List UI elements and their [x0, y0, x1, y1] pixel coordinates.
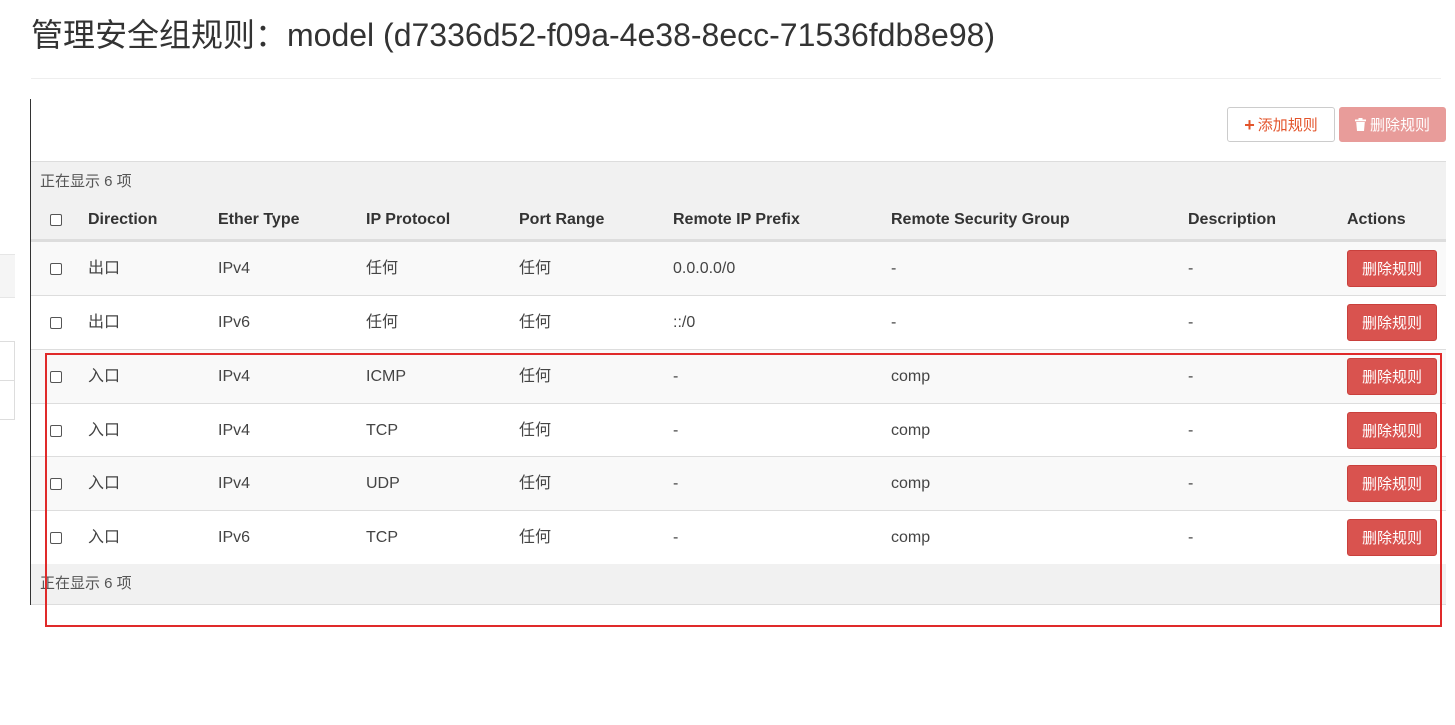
header-direction[interactable]: Direction	[88, 201, 157, 239]
delete-rule-button[interactable]: 删除规则	[1347, 465, 1437, 502]
cell-remote-ip-prefix: -	[673, 368, 679, 385]
cell-ether-type: IPv6	[218, 529, 251, 546]
cell-remote-ip-prefix: -	[673, 529, 679, 546]
cell-remote-security-group: comp	[891, 529, 931, 546]
cell-description: -	[1188, 475, 1194, 492]
table-header: Direction Ether Type IP Protocol Port Ra…	[31, 201, 1446, 241]
cell-port-range: 任何	[519, 475, 552, 492]
cell-port-range: 任何	[519, 314, 552, 331]
header-remote-security-group[interactable]: Remote Security Group	[891, 201, 1070, 239]
cell-remote-ip-prefix: -	[673, 475, 679, 492]
page-title: 管理安全组规则：model (d7336d52-f09a-4e38-8ecc-7…	[31, 17, 996, 53]
cell-direction: 入口	[88, 368, 121, 385]
cell-port-range: 任何	[519, 529, 552, 546]
delete-rule-button[interactable]: 删除规则	[1347, 304, 1437, 341]
cell-remote-security-group: -	[891, 260, 897, 277]
cell-direction: 入口	[88, 475, 121, 492]
cell-remote-security-group: -	[891, 314, 897, 331]
header-remote-ip-prefix[interactable]: Remote IP Prefix	[673, 201, 800, 239]
add-rule-button[interactable]: + 添加规则	[1227, 107, 1335, 142]
select-all-checkbox[interactable]	[50, 214, 62, 226]
table-row: 入口 IPv6 TCP 任何 - comp - 删除规则	[31, 510, 1446, 564]
cell-ip-protocol: ICMP	[366, 368, 406, 385]
cell-description: -	[1188, 422, 1194, 439]
item-count-bottom: 正在显示 6 项	[31, 564, 1446, 605]
table-row: 入口 IPv4 UDP 任何 - comp - 删除规则	[31, 456, 1446, 510]
cell-description: -	[1188, 314, 1194, 331]
row-checkbox[interactable]	[50, 317, 62, 329]
cell-ether-type: IPv4	[218, 260, 251, 277]
delete-rule-button[interactable]: 删除规则	[1347, 358, 1437, 395]
cell-ip-protocol: 任何	[366, 314, 399, 331]
cell-direction: 出口	[88, 314, 121, 331]
cell-direction: 入口	[88, 422, 121, 439]
item-count-top: 正在显示 6 项	[31, 161, 1446, 201]
cell-port-range: 任何	[519, 422, 552, 439]
cell-remote-ip-prefix: -	[673, 422, 679, 439]
delete-rule-button[interactable]: 删除规则	[1347, 519, 1437, 556]
row-checkbox[interactable]	[50, 263, 62, 275]
cell-description: -	[1188, 368, 1194, 385]
table-row: 出口 IPv6 任何 任何 ::/0 - - 删除规则	[31, 295, 1446, 349]
row-checkbox[interactable]	[50, 478, 62, 490]
sidebar-stub	[0, 380, 15, 420]
cell-direction: 出口	[88, 260, 121, 277]
table-row: 入口 IPv4 TCP 任何 - comp - 删除规则	[31, 403, 1446, 457]
cell-ip-protocol: TCP	[366, 529, 398, 546]
table-row: 入口 IPv4 ICMP 任何 - comp - 删除规则	[31, 349, 1446, 403]
header-ip-protocol[interactable]: IP Protocol	[366, 201, 450, 239]
row-checkbox[interactable]	[50, 371, 62, 383]
row-checkbox[interactable]	[50, 425, 62, 437]
cell-description: -	[1188, 260, 1194, 277]
cell-direction: 入口	[88, 529, 121, 546]
sidebar-stub	[0, 341, 15, 381]
cell-remote-ip-prefix: 0.0.0.0/0	[673, 260, 736, 277]
row-checkbox[interactable]	[50, 532, 62, 544]
header-description[interactable]: Description	[1188, 201, 1276, 239]
cell-ip-protocol: UDP	[366, 475, 400, 492]
add-rule-label: 添加规则	[1257, 117, 1318, 134]
sidebar-stub	[0, 254, 15, 298]
cell-port-range: 任何	[519, 260, 552, 277]
cell-description: -	[1188, 529, 1194, 546]
cell-ether-type: IPv4	[218, 475, 251, 492]
rules-table: + 添加规则 删除规则 正在显示 6 项 Direction Ether Typ…	[30, 99, 1446, 605]
cell-ether-type: IPv4	[218, 368, 251, 385]
plus-icon: +	[1244, 114, 1255, 135]
cell-ether-type: IPv6	[218, 314, 251, 331]
cell-remote-ip-prefix: ::/0	[673, 314, 696, 331]
header-actions: Actions	[1347, 211, 1406, 228]
cell-ip-protocol: 任何	[366, 260, 399, 277]
delete-rule-button[interactable]: 删除规则	[1347, 250, 1437, 287]
title-divider	[31, 78, 1441, 79]
header-port-range[interactable]: Port Range	[519, 201, 604, 239]
cell-remote-security-group: comp	[891, 368, 931, 385]
trash-icon	[1354, 118, 1366, 131]
delete-rules-button[interactable]: 删除规则	[1339, 107, 1446, 142]
cell-port-range: 任何	[519, 368, 552, 385]
table-row: 出口 IPv4 任何 任何 0.0.0.0/0 - - 删除规则	[31, 241, 1446, 295]
cell-ether-type: IPv4	[218, 422, 251, 439]
cell-remote-security-group: comp	[891, 475, 931, 492]
header-ether-type[interactable]: Ether Type	[218, 201, 300, 239]
cell-ip-protocol: TCP	[366, 422, 398, 439]
cell-remote-security-group: comp	[891, 422, 931, 439]
delete-rule-button[interactable]: 删除规则	[1347, 412, 1437, 449]
delete-rules-label: 删除规则	[1369, 117, 1430, 134]
